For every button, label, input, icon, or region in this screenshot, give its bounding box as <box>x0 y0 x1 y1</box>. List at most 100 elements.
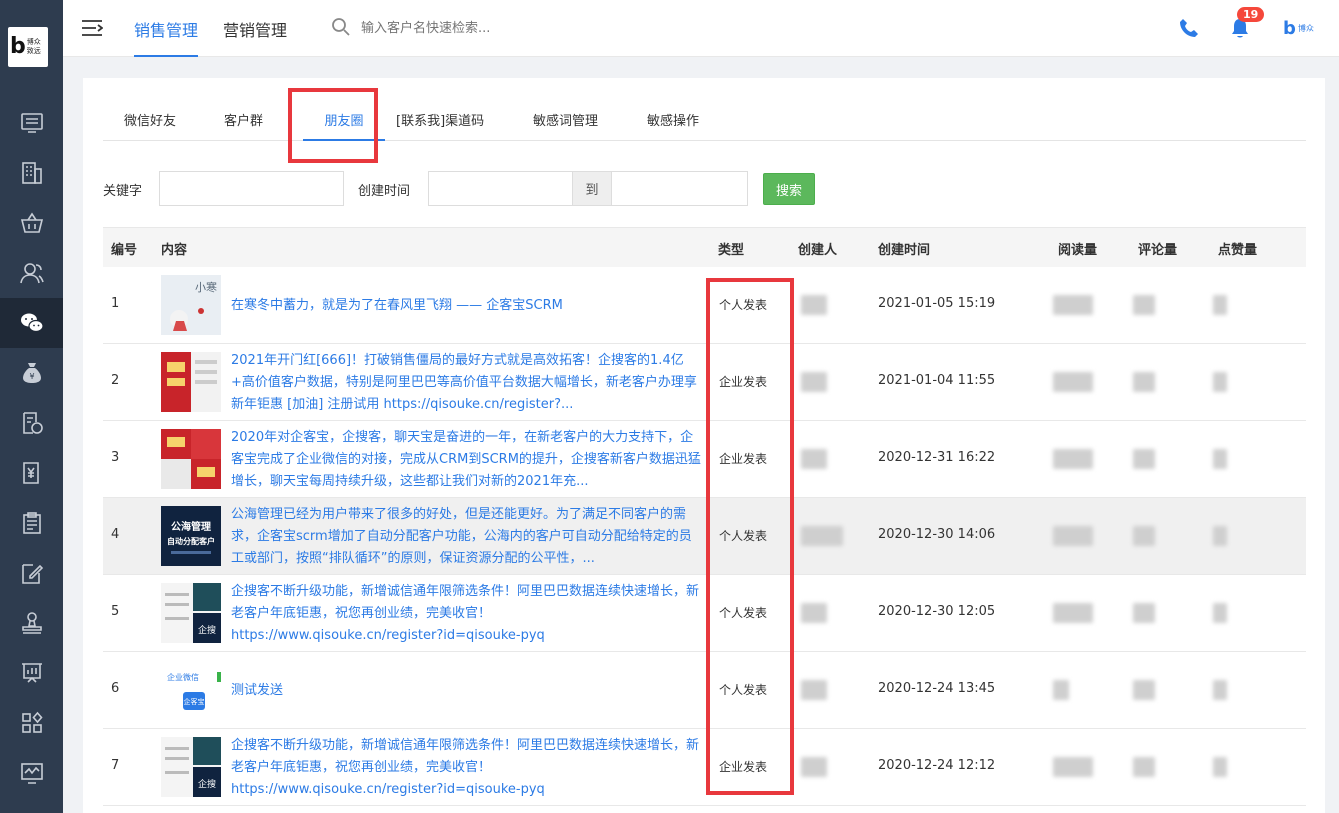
sidebar-item-clipboard[interactable] <box>0 498 63 548</box>
post-thumbnail[interactable]: 公海管理 自动分配客户 <box>161 506 221 566</box>
table-row[interactable]: 2 2021年开门红[666]！打破销售僵局的最好方式就是高效拓客！企搜客的1.… <box>103 344 1306 421</box>
col-header-created-time: 创建时间 <box>878 243 931 258</box>
col-header-comments: 评论量 <box>1138 243 1178 258</box>
tab-wechat-friends[interactable]: 微信好友 <box>124 110 176 141</box>
logo-text-line2: 致远 <box>26 47 41 55</box>
post-thumbnail[interactable]: 企业微信 企客宝 <box>161 660 221 720</box>
creator-redacted <box>801 295 827 315</box>
comments-redacted <box>1133 295 1155 315</box>
post-thumbnail[interactable]: 企搜 <box>161 737 221 797</box>
document-icon <box>22 412 43 434</box>
post-thumbnail[interactable]: 小寒 <box>161 275 221 335</box>
sidebar-item-finance[interactable] <box>0 448 63 498</box>
created-time: 2020-12-24 13:45 <box>878 681 996 696</box>
table-row[interactable]: 6 企业微信 企客宝 测试发送 个人发表 2020-12-24 13:45 <box>103 652 1306 729</box>
reads-redacted <box>1053 603 1093 623</box>
row-number: 3 <box>111 450 120 465</box>
row-number: 6 <box>111 681 120 696</box>
table-row[interactable]: 5 企搜 企搜客不断升级功能，新增诚信通年限筛选条件！阿里巴巴数据连续快速增长，… <box>103 575 1306 652</box>
post-content-link[interactable]: 在寒冬中蓄力，就是为了在春风里飞翔 —— 企客宝SCRM <box>231 273 701 339</box>
table-header: 编号 内容 类型 创建人 创建时间 阅读量 评论量 点赞量 <box>103 227 1306 267</box>
created-time: 2021-01-04 11:55 <box>878 373 996 388</box>
post-content-text: 公海管理已经为用户带来了很多的好处，但是还能更好。为了满足不同客户的需求，企客宝… <box>231 507 692 566</box>
reads-redacted <box>1053 757 1093 777</box>
header-brand-letter: b <box>1283 18 1296 39</box>
thumb-text-qisou: 企搜 <box>198 624 216 636</box>
sidebar-item-edit[interactable] <box>0 548 63 598</box>
col-header-content: 内容 <box>161 243 188 258</box>
sidebar-item-building[interactable] <box>0 148 63 198</box>
post-content-link[interactable]: 企搜客不断升级功能，新增诚信通年限筛选条件！阿里巴巴数据连续快速增长，新老客户年… <box>231 735 701 801</box>
svg-text:¥: ¥ <box>29 372 34 381</box>
start-date-input[interactable] <box>428 171 573 206</box>
date-range-separator: 到 <box>572 171 612 206</box>
post-thumbnail[interactable] <box>161 352 221 412</box>
sidebar-item-users[interactable] <box>0 248 63 298</box>
post-content-link[interactable]: 2020年对企客宝，企搜客，聊天宝是奋进的一年，在新老客户的大力支持下，企客宝完… <box>231 427 701 493</box>
likes-redacted <box>1213 603 1227 623</box>
users-icon <box>19 263 44 284</box>
comments-redacted <box>1133 603 1155 623</box>
post-content-link[interactable]: 2021年开门红[666]！打破销售僵局的最好方式就是高效拓客！企搜客的1.4亿… <box>231 350 701 416</box>
keyword-input[interactable] <box>159 171 344 206</box>
post-content-link[interactable]: 企搜客不断升级功能，新增诚信通年限筛选条件！阿里巴巴数据连续快速增长，新老客户年… <box>231 581 701 647</box>
creator-redacted <box>801 757 827 777</box>
created-time: 2020-12-30 12:05 <box>878 604 996 619</box>
customer-search-input[interactable] <box>361 16 581 40</box>
reads-redacted <box>1053 295 1093 315</box>
apps-icon <box>21 711 43 733</box>
sidebar-item-basket[interactable] <box>0 198 63 248</box>
finance-icon <box>22 462 39 484</box>
creator-redacted <box>801 603 827 623</box>
building-icon <box>21 162 42 184</box>
table-row[interactable]: 4 公海管理 自动分配客户 公海管理已经为用户带来了很多的好处，但是还能更好。为了… <box>103 498 1306 575</box>
sidebar-item-monitor[interactable] <box>0 98 63 148</box>
wechat-icon <box>20 313 44 333</box>
post-content-text: 企搜客不断升级功能，新增诚信通年限筛选条件！阿里巴巴数据连续快速增长，新老客户年… <box>231 738 700 797</box>
sidebar-item-stamp[interactable] <box>0 598 63 648</box>
logo-text-line1: 博众 <box>26 38 41 46</box>
clipboard-icon <box>22 512 41 534</box>
sidebar-item-document[interactable] <box>0 398 63 448</box>
sidebar: b 博众 致远 ¥ <box>0 0 63 813</box>
created-time-label: 创建时间 <box>358 184 411 199</box>
chart-icon <box>21 663 42 683</box>
row-number: 4 <box>111 527 120 542</box>
row-number: 2 <box>111 373 120 388</box>
tab-sensitive-words[interactable]: 敏感词管理 <box>533 110 598 141</box>
post-content-link[interactable]: 公海管理已经为用户带来了很多的好处，但是还能更好。为了满足不同客户的需求，企客宝… <box>231 504 701 570</box>
sidebar-item-chart[interactable] <box>0 648 63 698</box>
sidebar-item-apps[interactable] <box>0 698 63 748</box>
table-row[interactable]: 7 企搜 企搜客不断升级功能，新增诚信通年限筛选条件！阿里巴巴数据连续快速增长，… <box>103 729 1306 806</box>
table-row[interactable]: 1 小寒 在寒冬中蓄力，就是为了在春风里飞翔 —— 企客宝SCRM 个人发表 2… <box>103 267 1306 344</box>
row-number: 5 <box>111 604 120 619</box>
post-thumbnail[interactable]: 企搜 <box>161 583 221 643</box>
table-row[interactable]: 3 2020年对企客宝，企搜客，聊天宝是奋进的一年，在新老客户的大力支持下，企客… <box>103 421 1306 498</box>
menu-toggle-icon[interactable] <box>81 18 103 38</box>
moments-panel: 微信好友 客户群 朋友圈 [联系我]渠道码 敏感词管理 敏感操作 关键字 创建时… <box>83 78 1325 813</box>
nav-tab-sales[interactable]: 销售管理 <box>134 17 199 57</box>
comments-redacted <box>1133 757 1155 777</box>
created-time: 2021-01-05 15:19 <box>878 296 996 311</box>
search-icon <box>332 18 350 36</box>
phone-icon[interactable] <box>1178 17 1200 39</box>
created-time: 2020-12-30 14:06 <box>878 527 996 542</box>
stamp-icon <box>21 612 42 634</box>
monitor-icon <box>20 113 43 133</box>
col-header-no: 编号 <box>111 243 138 258</box>
tab-customer-groups[interactable]: 客户群 <box>224 110 263 141</box>
search-button[interactable]: 搜索 <box>763 173 815 205</box>
likes-redacted <box>1213 680 1227 700</box>
header-brand-logo[interactable]: b 博众 <box>1283 18 1314 39</box>
tab-contact-channel-code[interactable]: [联系我]渠道码 <box>396 110 484 141</box>
post-thumbnail[interactable] <box>161 429 221 489</box>
post-content-link[interactable]: 测试发送 <box>231 658 701 724</box>
end-date-input[interactable] <box>611 171 748 206</box>
tab-sensitive-operations[interactable]: 敏感操作 <box>647 110 699 141</box>
sidebar-item-money[interactable]: ¥ <box>0 348 63 398</box>
comments-redacted <box>1133 526 1155 546</box>
nav-tab-marketing[interactable]: 营销管理 <box>223 17 287 57</box>
sidebar-item-analytics[interactable] <box>0 748 63 798</box>
likes-redacted <box>1213 449 1227 469</box>
sidebar-item-wechat[interactable] <box>0 298 63 348</box>
